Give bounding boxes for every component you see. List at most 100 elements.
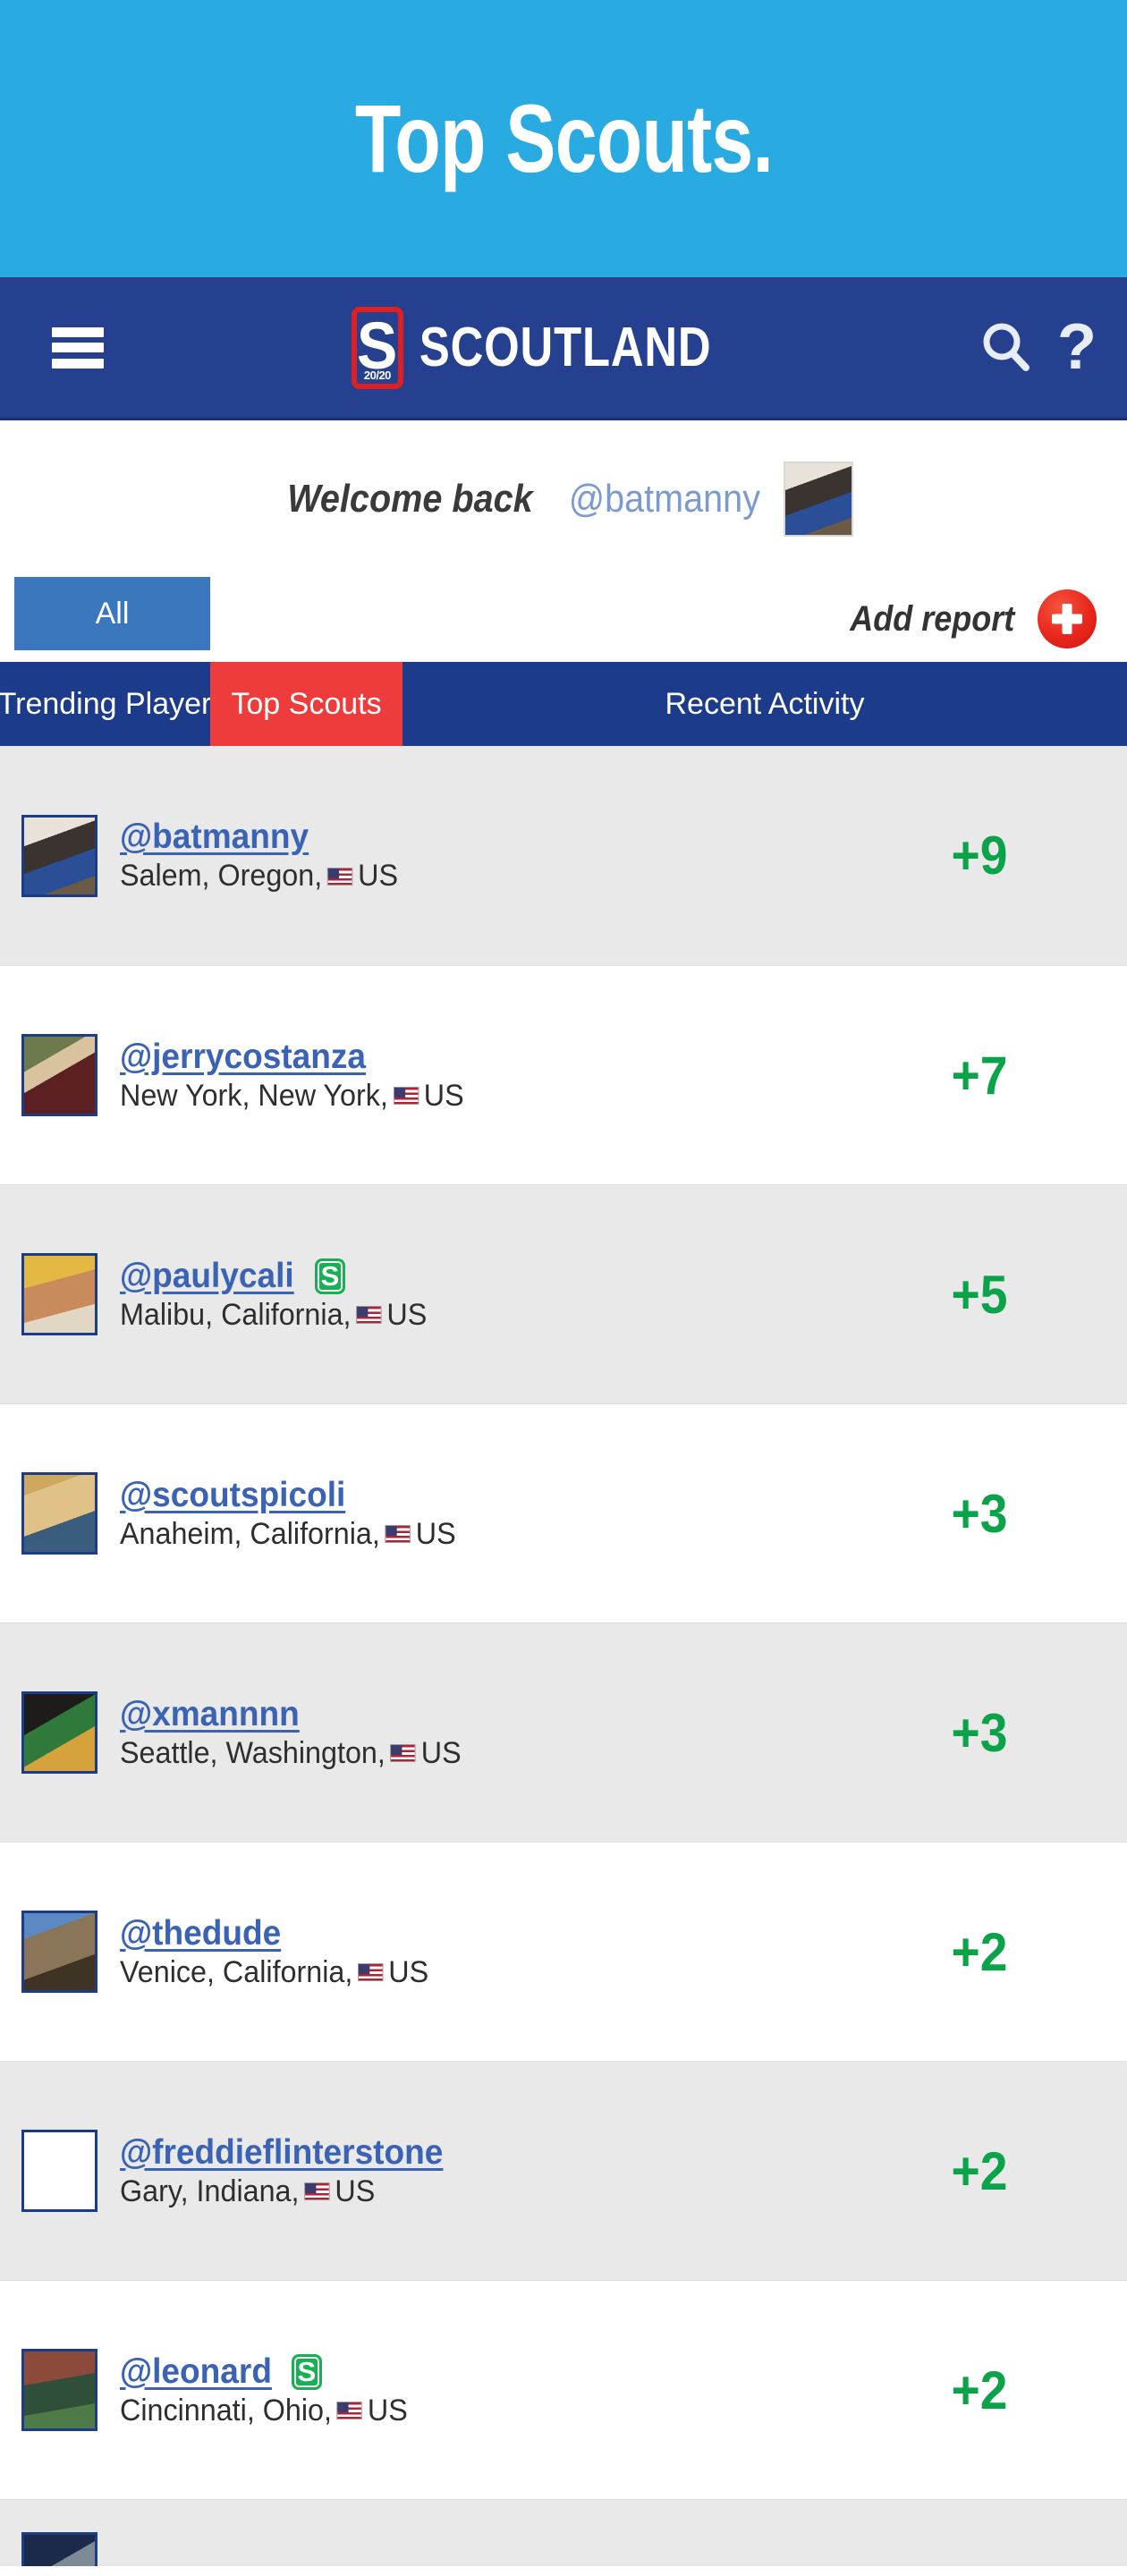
score-badge: +2 <box>951 2140 1008 2201</box>
scout-info: @leonard S Cincinnati, Ohio, US <box>120 2352 832 2428</box>
hero-banner: Top Scouts. <box>0 0 1127 277</box>
handle-line: @jerrycostanza <box>120 1038 832 1077</box>
scout-handle-link[interactable]: @xmannnn <box>120 1695 300 1734</box>
table-row[interactable]: @xmannnn Seattle, Washington, US +3 <box>0 1623 1127 1842</box>
handle-line: @batmanny <box>120 818 832 857</box>
tab-top-scouts[interactable]: Top Scouts <box>210 662 402 746</box>
top-scouts-list: @batmanny Salem, Oregon, US +9 @jerrycos… <box>0 746 1127 2566</box>
welcome-greeting: Welcome back <box>286 476 533 521</box>
us-flag-icon <box>358 1963 384 1981</box>
handle-line: @scoutspicoli <box>120 1476 832 1515</box>
hamburger-bar <box>52 326 104 337</box>
scout-handle-link[interactable]: @freddieflinterstone <box>120 2133 443 2173</box>
table-row[interactable]: @thedude Venice, California, US +2 <box>0 1842 1127 2061</box>
scout-info: @thedude Venice, California, US <box>120 1914 832 1990</box>
hamburger-menu-icon[interactable] <box>52 326 104 369</box>
logo-subtext: 20/20 <box>363 368 392 382</box>
score-badge: +7 <box>951 1045 1008 1106</box>
table-row[interactable]: @batmanny Salem, Oregon, US +9 <box>0 746 1127 965</box>
welcome-avatar[interactable] <box>784 461 854 537</box>
country-code: US <box>388 1954 429 1989</box>
add-report-button[interactable]: Add report <box>841 589 1097 648</box>
scout-info: @batmanny Salem, Oregon, US <box>120 818 832 894</box>
location-text: New York, New York, <box>120 1078 388 1113</box>
question-mark-icon[interactable]: ? <box>1057 315 1097 378</box>
verified-scout-badge-icon: S <box>291 2353 322 2390</box>
filter-all-button[interactable]: All <box>14 577 210 650</box>
scout-handle-link[interactable]: @scoutspicoli <box>120 1476 345 1515</box>
welcome-username-link[interactable]: @batmanny <box>569 477 760 521</box>
country-code: US <box>367 2393 408 2428</box>
score-badge: +3 <box>951 1702 1008 1763</box>
scout-location: Malibu, California, US <box>120 1298 796 1333</box>
scout-location: Gary, Indiana, US <box>120 2174 796 2209</box>
location-text: Anaheim, California, <box>120 1516 380 1551</box>
location-text: Seattle, Washington, <box>120 1735 386 1770</box>
plus-circle-icon[interactable] <box>1038 589 1097 648</box>
table-row[interactable]: @paulycali S Malibu, California, US +5 <box>0 1184 1127 1403</box>
handle-line: @freddieflinterstone <box>120 2133 832 2173</box>
scout-info: @jerrycostanza New York, New York, US <box>120 1038 832 1114</box>
location-text: Malibu, California, <box>120 1297 352 1332</box>
avatar[interactable] <box>21 1691 97 1774</box>
scout-handle-link[interactable]: @thedude <box>120 1914 281 1953</box>
scout-handle-link[interactable]: @leonard <box>120 2352 272 2392</box>
score-badge: +2 <box>951 1921 1008 1982</box>
brand-logo-link[interactable]: S 20/20 SCOUTLAND <box>351 306 775 389</box>
us-flag-icon <box>393 1087 419 1105</box>
avatar[interactable] <box>21 2349 97 2431</box>
score-badge: +3 <box>951 1483 1008 1544</box>
scout-info: @scoutspicoli Anaheim, California, US <box>120 1476 832 1552</box>
table-row[interactable]: @freddieflinterstone Gary, Indiana, US +… <box>0 2061 1127 2280</box>
tab-bar: Trending Players Top Scouts Recent Activ… <box>0 662 1127 746</box>
table-row[interactable]: @scoutspicoli Anaheim, California, US +3 <box>0 1403 1127 1623</box>
avatar[interactable] <box>21 1911 97 1993</box>
scout-location: Anaheim, California, US <box>120 1517 796 1552</box>
table-row-partial[interactable] <box>0 2499 1127 2566</box>
scout-location: Cincinnati, Ohio, US <box>120 2394 796 2428</box>
us-flag-icon <box>390 1744 417 1762</box>
scout-location: Salem, Oregon, US <box>120 859 796 894</box>
location-text: Cincinnati, Ohio, <box>120 2393 332 2428</box>
handle-line: @leonard S <box>120 2352 832 2392</box>
hamburger-bar <box>52 358 104 369</box>
scoutland-logo-icon: S 20/20 <box>351 306 403 389</box>
scout-info: @xmannnn Seattle, Washington, US <box>120 1695 832 1771</box>
tab-recent-activity[interactable]: Recent Activity <box>402 662 1127 746</box>
location-text: Gary, Indiana, <box>120 2174 300 2208</box>
scout-handle-link[interactable]: @jerrycostanza <box>120 1038 366 1077</box>
filter-row: All Add report <box>0 577 1127 662</box>
page-title: Top Scouts. <box>354 84 773 192</box>
score-badge: +5 <box>951 1264 1008 1325</box>
score-badge: +9 <box>951 826 1008 886</box>
handle-line: @paulycali S <box>120 1257 832 1296</box>
top-navbar: S 20/20 SCOUTLAND ? <box>0 277 1127 420</box>
avatar[interactable] <box>21 2130 97 2212</box>
scout-handle-link[interactable]: @paulycali <box>120 1257 294 1296</box>
country-code: US <box>335 2174 376 2208</box>
avatar[interactable] <box>21 1253 97 1335</box>
search-icon[interactable] <box>979 320 1034 376</box>
scout-handle-link[interactable]: @batmanny <box>120 818 309 857</box>
scout-info: @paulycali S Malibu, California, US <box>120 1257 832 1333</box>
hamburger-bar <box>52 343 104 352</box>
location-text: Salem, Oregon, <box>120 859 323 893</box>
scout-location: Venice, California, US <box>120 1955 796 1990</box>
country-code: US <box>358 859 398 893</box>
add-report-label: Add report <box>849 598 1014 639</box>
avatar[interactable] <box>21 1034 97 1116</box>
welcome-band: Welcome back @batmanny <box>0 420 1127 577</box>
table-row[interactable]: @jerrycostanza New York, New York, US +7 <box>0 965 1127 1184</box>
us-flag-icon <box>356 1306 382 1324</box>
us-flag-icon <box>304 2182 330 2200</box>
location-text: Venice, California, <box>120 1954 353 1989</box>
scout-location: Seattle, Washington, US <box>120 1736 796 1771</box>
logo-letter: S <box>357 308 398 383</box>
avatar[interactable] <box>21 1472 97 1555</box>
scout-location: New York, New York, US <box>120 1079 796 1114</box>
table-row[interactable]: @leonard S Cincinnati, Ohio, US +2 <box>0 2280 1127 2499</box>
navbar-actions: ? <box>979 315 1097 378</box>
avatar[interactable] <box>21 814 97 897</box>
tab-trending-players[interactable]: Trending Players <box>0 662 226 746</box>
avatar[interactable] <box>21 2532 97 2566</box>
